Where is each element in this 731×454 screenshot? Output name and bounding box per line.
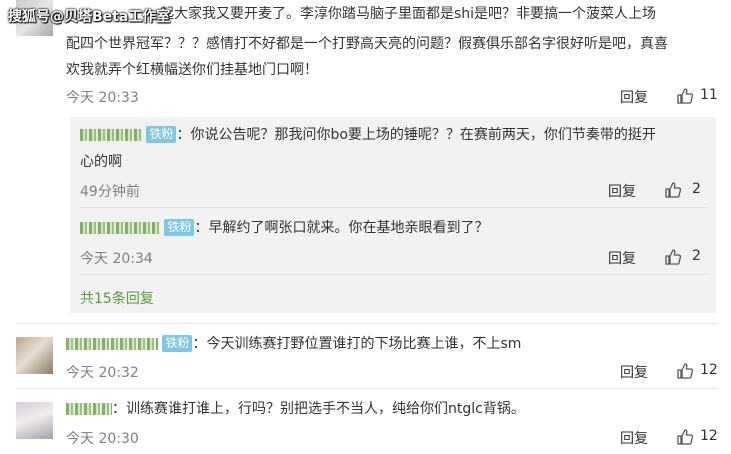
comment-text-line: 欢我就弄个红横幅送你们挂基地门口啊！ bbox=[66, 62, 318, 78]
thumbs-up-icon[interactable] bbox=[664, 248, 682, 266]
avatar[interactable] bbox=[16, 402, 53, 439]
fan-badge: 铁粉 bbox=[162, 335, 193, 352]
thumbs-up-icon[interactable] bbox=[676, 362, 694, 380]
reply-button[interactable]: 回复 bbox=[620, 428, 648, 448]
reply-button[interactable]: 回复 bbox=[620, 362, 648, 382]
username-blurred[interactable] bbox=[66, 338, 158, 350]
reply-time: 今天 20:34 bbox=[80, 251, 153, 267]
reply-text-line: 铁粉 ：早解约了啊张口就来。你在基地亲眼看到了？ bbox=[80, 216, 488, 240]
thumbs-up-icon[interactable] bbox=[676, 428, 694, 446]
reply-text: ：早解约了啊张口就来。你在基地亲眼看到了？ bbox=[194, 220, 489, 236]
username-blurred[interactable] bbox=[80, 129, 142, 141]
like-count: 11 bbox=[700, 87, 718, 103]
avatar[interactable] bbox=[16, 337, 53, 374]
fan-badge: 铁粉 bbox=[146, 126, 177, 143]
comment-time: 今天 20:32 bbox=[66, 365, 139, 381]
reply-button[interactable]: 回复 bbox=[620, 87, 648, 107]
reply-button[interactable]: 回复 bbox=[608, 248, 636, 268]
like-count: 2 bbox=[692, 181, 701, 197]
comment-text-line: 铁粉 ：今天训练赛打野位置谁打的下场比赛上谁，不上sm bbox=[66, 332, 521, 356]
divider bbox=[16, 323, 716, 324]
divider bbox=[16, 388, 716, 389]
comment-text-line: ：训练赛谁打谁上，行吗？别把选手不当人，纯给你们ntglc背锅。 bbox=[66, 397, 525, 421]
watermark-text: 搜狐号@贝塔Beta工作室 bbox=[8, 9, 171, 25]
username-blurred[interactable] bbox=[66, 403, 112, 415]
reply-text-line: 心的啊 bbox=[80, 154, 122, 170]
comment-text-line: 起大家我又要开麦了。李淳你踏马脑子里面都是shi是吧？非要搞一个菠菜人上场 bbox=[160, 6, 657, 22]
more-replies-link[interactable]: 共15条回复 bbox=[80, 288, 154, 308]
like-count: 12 bbox=[700, 428, 718, 444]
comment-text-line: 配四个世界冠军？？？感情打不好都是一个打野高天亮的问题？假赛俱乐部名字很好听是吧… bbox=[66, 36, 668, 52]
thumbs-up-icon[interactable] bbox=[664, 181, 682, 199]
like-count: 12 bbox=[700, 362, 718, 378]
comment-time: 今天 20:33 bbox=[66, 90, 139, 106]
thumbs-up-icon[interactable] bbox=[676, 87, 694, 105]
username-blurred[interactable] bbox=[80, 222, 160, 234]
reply-text-line: 铁粉 ：你说公告呢？那我问你bo要上场的锤呢？？在赛前两天，你们节奏带的挺开 bbox=[80, 123, 656, 147]
like-count: 2 bbox=[692, 248, 701, 264]
comment-text: ：今天训练赛打野位置谁打的下场比赛上谁，不上sm bbox=[192, 336, 522, 352]
comment-text: ：训练赛谁打谁上，行吗？别把选手不当人，纯给你们ntglc背锅。 bbox=[112, 401, 525, 417]
divider bbox=[80, 274, 708, 275]
reply-text: ：你说公告呢？那我问你bo要上场的锤呢？？在赛前两天，你们节奏带的挺开 bbox=[176, 127, 656, 143]
reply-time: 49分钟前 bbox=[80, 184, 140, 200]
divider bbox=[80, 207, 708, 208]
fan-badge: 铁粉 bbox=[164, 219, 195, 236]
comment-time: 今天 20:30 bbox=[66, 431, 139, 447]
reply-button[interactable]: 回复 bbox=[608, 181, 636, 201]
